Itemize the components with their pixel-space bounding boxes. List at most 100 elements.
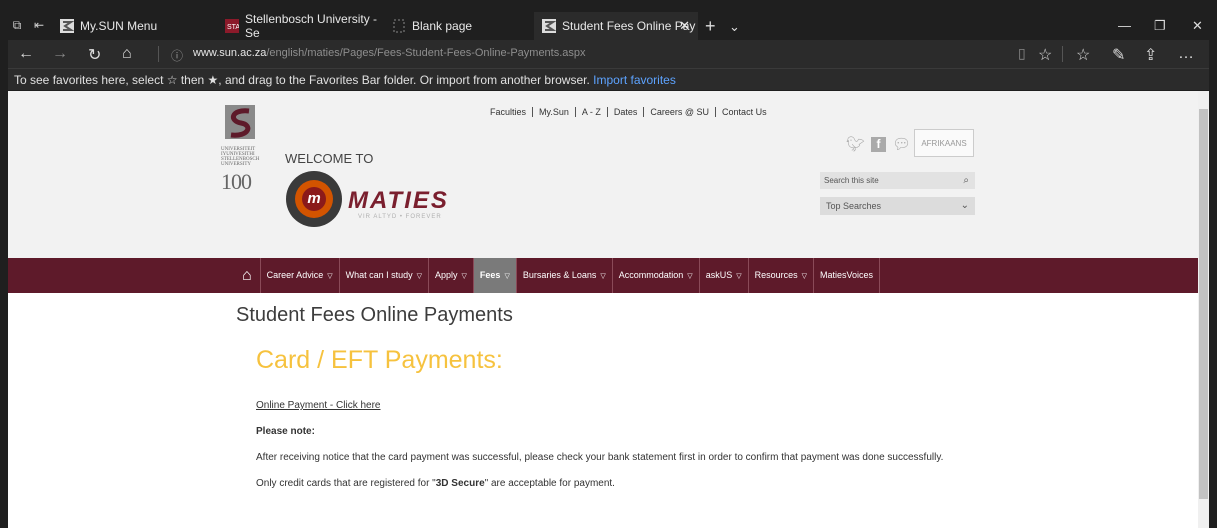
share-icon[interactable]: ⇪ xyxy=(1144,45,1157,65)
url-field[interactable]: www.sun.ac.za/english/maties/Pages/Fees-… xyxy=(193,47,586,59)
stellenbosch-favicon-icon: STAD xyxy=(225,19,245,33)
close-window-icon[interactable]: ✕ xyxy=(1192,18,1203,34)
tab-preview-icon[interactable]: ⧉ xyxy=(10,18,24,32)
separator xyxy=(1062,46,1063,62)
favorites-hub-icon[interactable]: ☆ xyxy=(1076,45,1090,65)
favorites-bar-hint: To see favorites here, select ☆ then ★, … xyxy=(8,68,1209,90)
nav-apply[interactable]: Apply ▽ xyxy=(429,258,474,293)
tab-label: My.SUN Menu xyxy=(80,19,158,33)
top-link-a-z[interactable]: A - Z xyxy=(574,107,607,117)
tab-label: Blank page xyxy=(412,19,473,33)
search-icon[interactable]: ⌕ xyxy=(963,172,969,189)
scrollbar[interactable] xyxy=(1198,91,1209,528)
new-tab-icon[interactable]: + xyxy=(705,16,716,37)
set-aside-tabs-icon[interactable]: ⇤ xyxy=(32,18,46,32)
tab-label: Stellenbosch University - Se xyxy=(245,12,378,40)
url-domain: www.sun.ac.za xyxy=(193,47,267,59)
tab-label: Student Fees Online Pay xyxy=(562,19,696,33)
nav-label: askUS xyxy=(705,270,733,280)
nav-resources[interactable]: Resources ▽ xyxy=(749,258,815,293)
dropdown-arrow-icon: ▽ xyxy=(461,273,467,280)
back-icon[interactable]: ← xyxy=(18,45,34,63)
facebook-icon[interactable]: f xyxy=(871,136,887,152)
tab-list-chevron-icon[interactable]: ⌄ xyxy=(729,19,740,35)
dropdown-arrow-icon: ▽ xyxy=(416,273,423,280)
nav-career-advice[interactable]: Career Advice ▽ xyxy=(261,258,340,293)
3d-secure-label: 3D Secure xyxy=(435,478,485,489)
minimize-icon[interactable]: — xyxy=(1118,18,1131,33)
dropdown-arrow-icon: ▽ xyxy=(600,273,606,280)
nav-askus[interactable]: askUS ▽ xyxy=(700,258,749,293)
home-icon[interactable]: ⌂ xyxy=(122,45,132,63)
tab-bar: ⧉ ⇤ My.SUN Menu STAD Stellenbosch Univer… xyxy=(8,12,1209,40)
top-link-contact[interactable]: Contact Us xyxy=(715,107,773,117)
info-icon[interactable]: ⓘ xyxy=(171,47,183,64)
centenary-100-logo: 100 xyxy=(221,169,252,194)
forward-icon[interactable]: → xyxy=(52,45,68,63)
nav-label: Resources xyxy=(754,270,798,280)
twitter-icon[interactable]: 🐦︎ xyxy=(846,135,865,153)
afrikaans-button[interactable]: AFRIKAANS xyxy=(914,129,974,157)
top-link-careers[interactable]: Careers @ SU xyxy=(643,107,716,117)
browser-window: ⧉ ⇤ My.SUN Menu STAD Stellenbosch Univer… xyxy=(0,0,1217,528)
note-text-1: After receiving notice that the card pay… xyxy=(256,452,944,463)
web-page: Faculties My.Sun A - Z Dates Careers @ SU Con… xyxy=(8,91,1198,528)
nav-home-icon[interactable]: ⌂ xyxy=(234,258,261,293)
nav-fees[interactable]: Fees ▽ xyxy=(473,258,517,293)
site-header: Faculties My.Sun A - Z Dates Careers @ SU Con… xyxy=(8,91,1198,258)
search-placeholder: Search this site xyxy=(824,176,879,185)
top-link-mysun[interactable]: My.Sun xyxy=(532,107,575,117)
refresh-icon[interactable]: ↻ xyxy=(88,45,101,65)
chat-bubble-icon[interactable]: 💬︎ xyxy=(892,135,911,153)
chevron-down-icon: ⌄ xyxy=(960,200,969,211)
restore-icon[interactable]: ❐ xyxy=(1154,18,1166,34)
top-link-dates[interactable]: Dates xyxy=(606,107,644,117)
university-name: UNIVERSITEIT IYUNIVESITHI STELLENBOSCH UNIV… xyxy=(221,147,260,167)
nav-accommodation[interactable]: Accommodation ▽ xyxy=(613,258,700,293)
reading-view-icon[interactable]: ▯ xyxy=(1018,45,1026,62)
nav-label: Bursaries & Loans xyxy=(522,270,597,280)
dropdown-arrow-icon: ▽ xyxy=(801,273,808,280)
top-link-faculties[interactable]: Faculties xyxy=(484,107,532,117)
tab-stellenbosch[interactable]: STAD Stellenbosch University - Se xyxy=(217,12,384,40)
import-favorites-link[interactable]: Import favorites xyxy=(593,73,676,87)
nav-label: What can I study xyxy=(345,270,413,280)
site-search-input[interactable]: Search this site ⌕ xyxy=(820,172,975,189)
maties-emblem-letter: m xyxy=(302,187,326,211)
tab-mysun-menu[interactable]: My.SUN Menu xyxy=(52,12,217,40)
dropdown-arrow-icon: ▽ xyxy=(504,273,510,280)
main-nav: ⌂ Career Advice ▽ What can I study ▽ Apply… xyxy=(8,258,1198,293)
dropdown-arrow-icon: ▽ xyxy=(736,273,742,280)
note-text-2-pre: Only credit cards that are registered fo… xyxy=(256,478,436,489)
sun-favicon-icon xyxy=(60,19,75,33)
favorite-star-icon[interactable]: ☆ xyxy=(1038,45,1052,65)
nav-maties-voices[interactable]: MatiesVoices xyxy=(814,258,881,293)
scrollbar-thumb[interactable] xyxy=(1199,109,1208,499)
welcome-text: WELCOME TO xyxy=(285,151,374,166)
top-searches-dropdown[interactable]: Top Searches ⌄ xyxy=(820,197,975,215)
top-searches-label: Top Searches xyxy=(826,201,882,211)
tab-student-fees[interactable]: Student Fees Online Pay ✕ xyxy=(534,12,698,40)
close-tab-icon[interactable]: ✕ xyxy=(679,18,690,34)
university-crest-logo[interactable] xyxy=(221,103,259,143)
nav-bursaries-loans[interactable]: Bursaries & Loans ▽ xyxy=(517,258,613,293)
maties-emblem-icon[interactable]: m xyxy=(286,171,342,227)
tab-blank-page[interactable]: Blank page xyxy=(384,12,534,40)
page-title: Student Fees Online Payments xyxy=(236,304,513,326)
maties-wordmark: MATIES xyxy=(348,187,449,214)
nav-what-can-i-study[interactable]: What can I study ▽ xyxy=(340,258,430,293)
online-payment-link[interactable]: Online Payment - Click here xyxy=(256,400,381,411)
nav-label: Career Advice xyxy=(266,270,324,280)
web-note-icon[interactable]: ✎ xyxy=(1112,45,1125,65)
address-bar: ← → ↻ ⌂ ⓘ www.sun.ac.za/english/maties/P… xyxy=(8,40,1209,68)
maties-motto: VIR ALTYD • FOREVER xyxy=(358,214,442,220)
note-text-2: Only credit cards that are registered fo… xyxy=(256,478,615,489)
top-links: Faculties My.Sun A - Z Dates Careers @ SU Con… xyxy=(484,107,773,117)
dropdown-arrow-icon: ▽ xyxy=(687,273,693,280)
note-text-2-post: " are acceptable for payment. xyxy=(484,478,615,489)
favorites-hint-text: To see favorites here, select ☆ then ★, … xyxy=(14,73,590,87)
more-icon[interactable]: … xyxy=(1178,45,1194,63)
url-path: /english/maties/Pages/Fees-Student-Fees-… xyxy=(266,47,586,59)
sun-favicon-icon xyxy=(542,19,557,33)
svg-text:STAD: STAD xyxy=(227,24,239,31)
